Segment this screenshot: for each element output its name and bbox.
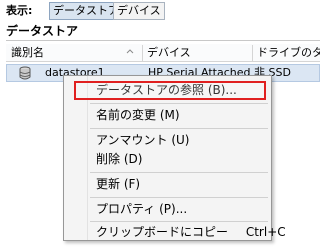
menu-item-delete[interactable]: 削除 (D): [96, 151, 142, 167]
menu-separator: [90, 103, 268, 104]
toggle-datastore[interactable]: データストア: [49, 2, 123, 20]
highlight-box: [74, 81, 266, 100]
datastore-icon: [19, 66, 31, 80]
menu-item-refresh[interactable]: 更新 (F): [96, 176, 140, 192]
divider: [6, 40, 320, 41]
menu-separator: [90, 197, 268, 198]
menu-item-unmount[interactable]: アンマウント (U): [96, 132, 189, 148]
menu-item-rename[interactable]: 名前の変更 (M): [96, 107, 180, 123]
column-separator[interactable]: [142, 45, 143, 61]
column-header-label: 識別名: [11, 46, 44, 59]
menu-item-label: クリップボードにコピー: [96, 225, 229, 239]
menu-separator: [90, 221, 268, 222]
menu-item-copy-to-clipboard[interactable]: クリップボードにコピー Ctrl+C: [96, 224, 286, 240]
menu-separator: [90, 128, 268, 129]
column-header-label: ドライブのタイプ: [257, 46, 320, 59]
column-separator[interactable]: [252, 45, 253, 61]
view-label: 表示:: [6, 4, 33, 17]
menu-item-shortcut: Ctrl+C: [245, 225, 286, 239]
menu-item-properties[interactable]: プロパティ (P)...: [96, 201, 187, 217]
toggle-device[interactable]: デバイス: [113, 2, 165, 20]
sort-ascending-icon: [126, 49, 134, 54]
column-header-device[interactable]: デバイス: [142, 44, 252, 62]
menu-separator: [90, 172, 268, 173]
column-header-label: デバイス: [147, 46, 191, 59]
column-header-drive-type[interactable]: ドライブのタイプ: [252, 44, 320, 62]
section-title: データストア: [6, 24, 79, 38]
menu-gutter: [87, 76, 88, 240]
column-header-name[interactable]: 識別名: [6, 44, 142, 62]
